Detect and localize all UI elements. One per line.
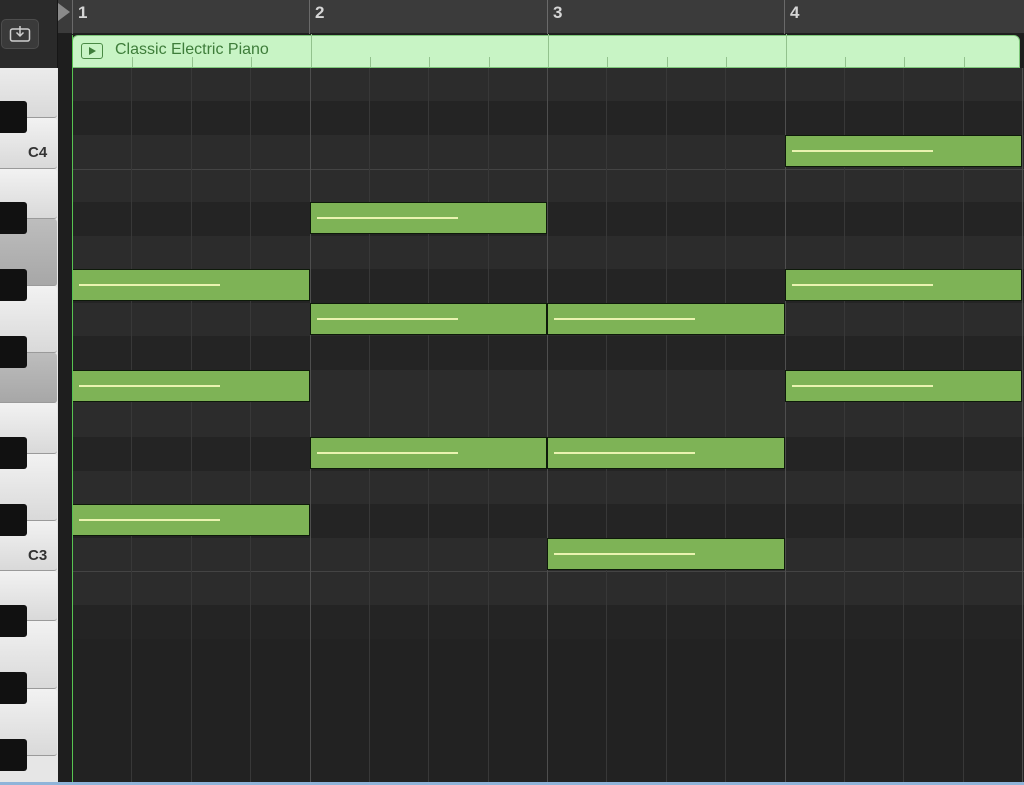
bar-gridline	[785, 68, 786, 782]
midi-note[interactable]	[784, 135, 1022, 167]
midi-note[interactable]	[309, 436, 547, 469]
download-into-tray-icon	[9, 26, 31, 42]
beat-gridline	[606, 68, 607, 782]
velocity-bar	[79, 384, 220, 387]
velocity-bar	[554, 552, 695, 555]
velocity-bar	[554, 317, 695, 320]
black-key[interactable]	[0, 101, 27, 134]
black-key[interactable]	[0, 269, 27, 302]
region-beat-tick	[429, 57, 430, 67]
beat-gridline	[963, 68, 964, 782]
region-bar-tick	[548, 34, 549, 67]
piano-roll-grid[interactable]	[72, 68, 1024, 782]
key-label-c4: C4	[28, 144, 48, 161]
beat-gridline	[488, 68, 489, 782]
velocity-bar	[791, 150, 933, 152]
black-key[interactable]	[0, 504, 27, 537]
beat-gridline	[666, 68, 667, 782]
pitch-lane[interactable]	[72, 336, 1024, 371]
pitch-lane[interactable]	[72, 101, 1024, 136]
catch-button[interactable]	[1, 19, 39, 49]
region-bar-tick	[786, 34, 787, 67]
bar-gridline	[1022, 68, 1023, 782]
bar-line-1	[72, 0, 73, 34]
velocity-bar	[554, 451, 695, 454]
midi-note[interactable]	[72, 504, 310, 537]
velocity-bar	[791, 384, 933, 387]
velocity-bar	[79, 284, 220, 287]
region-beat-tick	[192, 57, 193, 67]
bar-number-3: 3	[553, 3, 563, 22]
black-key[interactable]	[0, 671, 27, 704]
midi-note[interactable]	[547, 537, 785, 570]
black-key[interactable]	[0, 738, 27, 771]
region-bar-tick	[311, 34, 312, 67]
region-start-line	[72, 35, 73, 785]
pitch-lane[interactable]	[72, 470, 1024, 505]
pitch-lane[interactable]	[72, 68, 1024, 102]
black-key[interactable]	[0, 436, 27, 469]
octave-divider	[72, 571, 1024, 573]
region-beat-tick	[132, 57, 133, 67]
pitch-lane[interactable]	[72, 604, 1024, 639]
pitch-lane[interactable]	[72, 202, 1024, 237]
beat-gridline	[903, 68, 904, 782]
play-icon[interactable]	[81, 43, 103, 59]
velocity-bar	[79, 519, 220, 522]
bar-number-2: 2	[315, 3, 325, 22]
region-beat-tick	[964, 57, 965, 67]
beat-gridline	[844, 68, 845, 782]
bar-line-4	[784, 0, 785, 34]
playhead-marker[interactable]	[58, 3, 70, 21]
midi-note[interactable]	[309, 302, 547, 335]
region-beat-tick	[607, 57, 608, 67]
bar-gridline	[547, 68, 548, 782]
midi-note[interactable]	[784, 269, 1022, 302]
bar-gridline	[310, 68, 311, 782]
region-beat-tick	[251, 57, 252, 67]
bar-line-2	[309, 0, 310, 34]
velocity-bar	[316, 451, 458, 454]
velocity-bar	[791, 284, 933, 287]
pitch-lane[interactable]	[72, 235, 1024, 270]
pitch-lane[interactable]	[72, 571, 1024, 606]
region-beat-tick	[667, 57, 668, 67]
bar-number-4: 4	[790, 3, 800, 22]
region-beat-tick	[904, 57, 905, 67]
pitch-lane[interactable]	[72, 403, 1024, 438]
beat-gridline	[250, 68, 251, 782]
bar-number-1: 1	[78, 3, 88, 22]
piano-keyboard[interactable]: C4 C3	[0, 68, 58, 785]
region-beat-tick	[370, 57, 371, 67]
black-key[interactable]	[0, 202, 27, 235]
midi-note[interactable]	[547, 302, 785, 335]
beat-gridline	[428, 68, 429, 782]
region-beat-tick	[489, 57, 490, 67]
octave-divider	[72, 168, 1024, 170]
beat-gridline	[131, 68, 132, 782]
region-beat-tick	[726, 57, 727, 67]
velocity-bar	[316, 217, 458, 220]
midi-note[interactable]	[72, 369, 310, 402]
beat-gridline	[191, 68, 192, 782]
toolbar-corner	[0, 0, 58, 68]
midi-note[interactable]	[547, 436, 785, 469]
key-label-c3: C3	[28, 546, 48, 564]
pitch-lane[interactable]	[72, 168, 1024, 203]
region-beat-tick	[845, 57, 846, 67]
beat-gridline	[369, 68, 370, 782]
black-key[interactable]	[0, 604, 27, 637]
velocity-bar	[316, 317, 458, 320]
midi-note[interactable]	[309, 202, 547, 235]
black-key[interactable]	[0, 336, 27, 369]
midi-note[interactable]	[784, 369, 1022, 402]
bar-ruler[interactable]: 1 2 3 4	[58, 0, 1024, 34]
midi-note[interactable]	[72, 269, 310, 302]
bar-line-3	[547, 0, 548, 34]
region-header[interactable]: Classic Electric Piano	[72, 34, 1020, 68]
beat-gridline	[725, 68, 726, 782]
